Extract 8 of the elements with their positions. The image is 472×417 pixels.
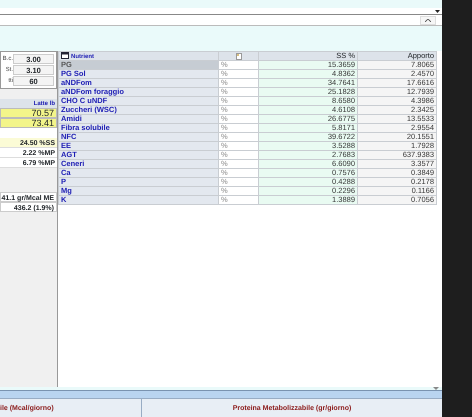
table-icon: [61, 52, 69, 59]
milk-value: 70.57: [0, 108, 57, 118]
caret-icon: [425, 18, 431, 22]
empty-row: [0, 128, 57, 138]
milk-value: 73.41: [0, 118, 57, 128]
scroll-up-button[interactable]: [420, 16, 436, 24]
document-icon: [236, 52, 242, 60]
dropdown-arrow-icon[interactable]: [435, 10, 440, 12]
